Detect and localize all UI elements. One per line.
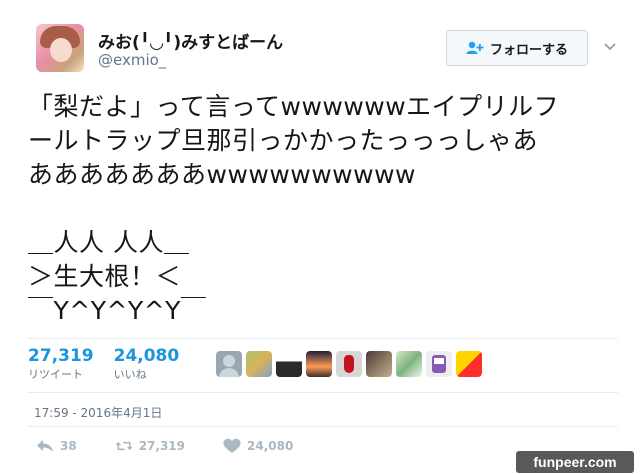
liker-avatar[interactable] — [456, 351, 482, 377]
like-button[interactable]: 24,080 — [223, 438, 293, 454]
chevron-down-icon[interactable] — [602, 38, 618, 54]
divider — [28, 338, 618, 339]
like-stat-count: 24,080 — [113, 346, 180, 366]
like-stat-label: いいね — [113, 368, 147, 381]
tweet-stats: 27,319 リツイート 24,080 いいね — [28, 346, 179, 382]
follow-label: フォローする — [489, 42, 568, 58]
divider — [28, 392, 618, 393]
add-user-icon — [466, 41, 484, 54]
tweet-line: 「梨だよ」って言ってwwwwwwエイプリルフ — [28, 92, 560, 121]
liker-avatar[interactable] — [426, 351, 452, 377]
display-name[interactable]: みお(╹◡╹)みすとばーん — [98, 28, 283, 53]
liker-avatar[interactable] — [336, 351, 362, 377]
retweet-button[interactable]: 27,319 — [115, 438, 185, 454]
liker-avatar[interactable] — [246, 351, 272, 377]
avatar[interactable] — [36, 24, 84, 72]
heart-icon — [223, 438, 241, 453]
watermark: funpeer.com — [516, 451, 634, 473]
tweet-line: ＞生大根！＜ — [28, 262, 182, 291]
retweet-count: 27,319 — [138, 439, 186, 453]
divider — [28, 426, 618, 427]
like-stat[interactable]: 24,080 いいね — [114, 346, 180, 382]
avatar-face — [50, 38, 72, 62]
liker-avatar[interactable] — [216, 351, 242, 377]
retweet-stat-label: リツイート — [28, 368, 83, 381]
liker-avatar[interactable] — [306, 351, 332, 377]
reply-icon — [37, 440, 53, 452]
tweet-line: ールトラップ旦那引っかかったっっっしゃあ — [28, 126, 539, 155]
tweet-actions: 38 27,319 24,080 — [36, 438, 331, 454]
timestamp[interactable]: 17:59 - 2016年4月1日 — [34, 404, 162, 421]
liker-avatar[interactable] — [396, 351, 422, 377]
liker-avatars — [216, 351, 482, 377]
tweet-line: ￣Y^Y^Y^Y￣ — [28, 296, 207, 325]
retweet-icon — [115, 441, 133, 451]
tweet-line: ＿人人 人人＿ — [28, 228, 190, 257]
tweet-line: あああああああwwwwwwwwww — [28, 160, 416, 189]
screen-name[interactable]: @exmio_ — [98, 51, 166, 69]
reply-count: 38 — [60, 439, 77, 453]
liker-avatar[interactable] — [276, 351, 302, 377]
tweet-text: 「梨だよ」って言ってwwwwwwエイプリルフ ールトラップ旦那引っかかったっっっ… — [28, 90, 618, 328]
reply-button[interactable]: 38 — [36, 438, 77, 454]
retweet-stat[interactable]: 27,319 リツイート — [28, 346, 94, 382]
like-count: 24,080 — [247, 439, 294, 453]
retweet-stat-count: 27,319 — [28, 346, 94, 366]
liker-avatar[interactable] — [366, 351, 392, 377]
follow-button[interactable]: フォローする — [446, 30, 588, 66]
